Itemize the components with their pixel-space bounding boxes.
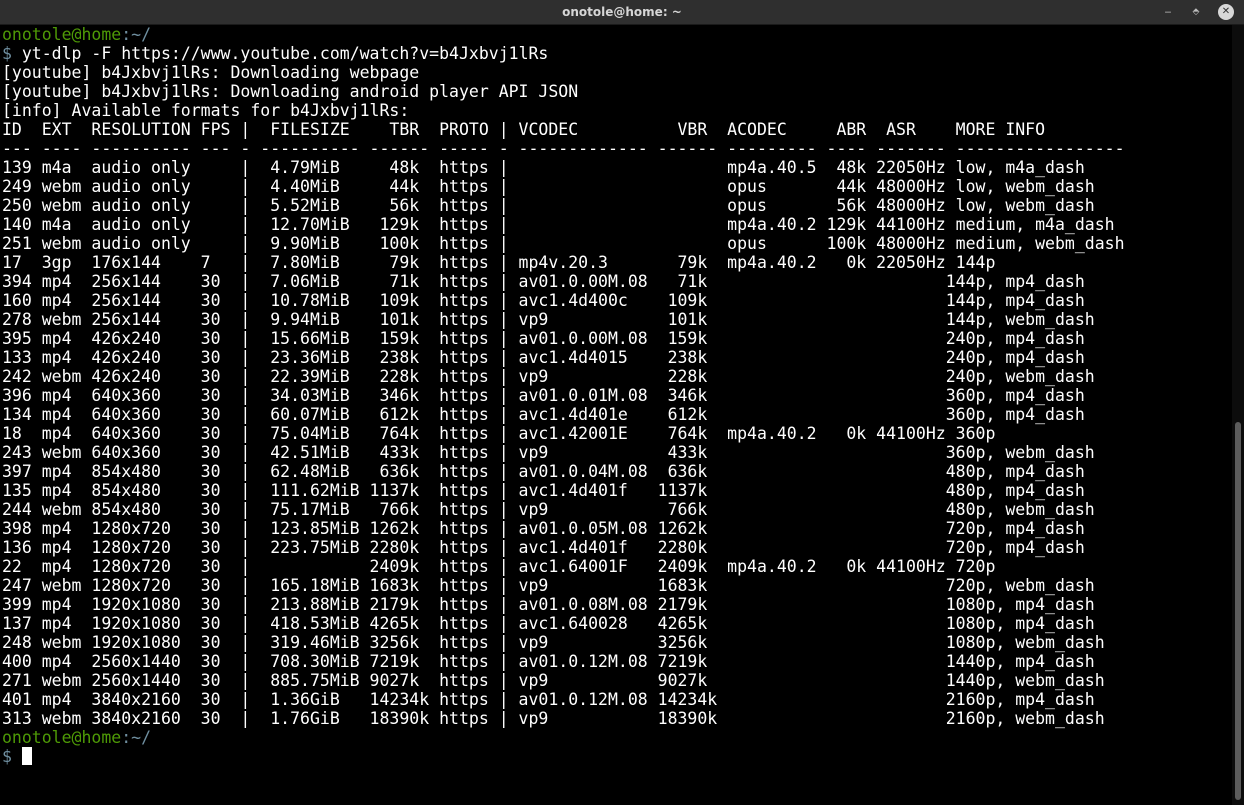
table-row: 278 webm 256x144 30 | 9.94MiB 101k https…	[2, 310, 1095, 329]
table-row: 136 mp4 1280x720 30 | 223.75MiB 2280k ht…	[2, 538, 1085, 557]
table-row: 313 webm 3840x2160 30 | 1.76GiB 18390k h…	[2, 709, 1105, 728]
table-row: 18 mp4 640x360 30 | 75.04MiB 764k https …	[2, 424, 996, 443]
prompt-line: onotole@home:~/	[2, 25, 151, 44]
table-row: 249 webm audio only | 4.40MiB 44k https …	[2, 177, 1095, 196]
table-row: 271 webm 2560x1440 30 | 885.75MiB 9027k …	[2, 671, 1105, 690]
window-title: onotole@home: ~	[562, 5, 682, 19]
table-row: 135 mp4 854x480 30 | 111.62MiB 1137k htt…	[2, 481, 1085, 500]
text-cursor	[21, 747, 32, 765]
log-line: [info] Available formats for b4Jxbvj1lRs…	[2, 101, 410, 120]
scrollbar[interactable]	[1232, 25, 1244, 805]
table-row: 395 mp4 426x240 30 | 15.66MiB 159k https…	[2, 329, 1085, 348]
table-row: 398 mp4 1280x720 30 | 123.85MiB 1262k ht…	[2, 519, 1085, 538]
table-row: 397 mp4 854x480 30 | 62.48MiB 636k https…	[2, 462, 1085, 481]
table-row: 133 mp4 426x240 30 | 23.36MiB 238k https…	[2, 348, 1085, 367]
scrollbar-thumb[interactable]	[1235, 422, 1241, 800]
maximize-icon[interactable]: ⬘	[1190, 4, 1202, 20]
terminal-window: onotole@home: ~ ‒ ⬘ ✕ onotole@home:~/ $ …	[0, 0, 1244, 805]
log-line: [youtube] b4Jxbvj1lRs: Downloading webpa…	[2, 63, 420, 82]
table-row: 396 mp4 640x360 30 | 34.03MiB 346k https…	[2, 386, 1085, 405]
table-row: 250 webm audio only | 5.52MiB 56k https …	[2, 196, 1095, 215]
table-row: 134 mp4 640x360 30 | 60.07MiB 612k https…	[2, 405, 1085, 424]
title-bar[interactable]: onotole@home: ~ ‒ ⬘ ✕	[0, 0, 1244, 25]
prompt-symbol: $	[2, 44, 12, 63]
table-row: 248 webm 1920x1080 30 | 319.46MiB 3256k …	[2, 633, 1105, 652]
terminal-output[interactable]: onotole@home:~/ $ yt-dlp -F https://www.…	[0, 25, 1232, 805]
table-row: 400 mp4 2560x1440 30 | 708.30MiB 7219k h…	[2, 652, 1095, 671]
table-row: 247 webm 1280x720 30 | 165.18MiB 1683k h…	[2, 576, 1095, 595]
table-row: 243 webm 640x360 30 | 42.51MiB 433k http…	[2, 443, 1095, 462]
table-row: 22 mp4 1280x720 30 | 2409k https | avc1.…	[2, 557, 996, 576]
command-line: $ yt-dlp -F https://www.youtube.com/watc…	[2, 44, 548, 63]
table-row: 140 m4a audio only | 12.70MiB 129k https…	[2, 215, 1115, 234]
minimize-icon[interactable]: ‒	[1162, 4, 1174, 20]
command-text: yt-dlp -F https://www.youtube.com/watch?…	[21, 44, 549, 63]
table-header: ID EXT RESOLUTION FPS | FILESIZE TBR PRO…	[2, 120, 1046, 139]
prompt-symbol: $	[2, 747, 12, 766]
prompt-line: onotole@home:~/	[2, 728, 151, 747]
table-row: 251 webm audio only | 9.90MiB 100k https…	[2, 234, 1125, 253]
prompt-user-host: onotole@home	[2, 25, 122, 44]
prompt-path: :~/	[121, 25, 152, 44]
table-row: 17 3gp 176x144 7 | 7.80MiB 79k https | m…	[2, 253, 996, 272]
table-divider: --- ---- ---------- --- - ---------- ---…	[2, 139, 1125, 158]
log-line: [youtube] b4Jxbvj1lRs: Downloading andro…	[2, 82, 579, 101]
table-row: 160 mp4 256x144 30 | 10.78MiB 109k https…	[2, 291, 1085, 310]
table-row: 401 mp4 3840x2160 30 | 1.36GiB 14234k ht…	[2, 690, 1095, 709]
table-row: 244 webm 854x480 30 | 75.17MiB 766k http…	[2, 500, 1095, 519]
input-line[interactable]: $	[2, 747, 32, 766]
table-row: 399 mp4 1920x1080 30 | 213.88MiB 2179k h…	[2, 595, 1095, 614]
table-row: 242 webm 426x240 30 | 22.39MiB 228k http…	[2, 367, 1095, 386]
table-row: 139 m4a audio only | 4.79MiB 48k https |…	[2, 158, 1085, 177]
prompt-path: :~/	[121, 728, 152, 747]
table-row: 394 mp4 256x144 30 | 7.06MiB 71k https |…	[2, 272, 1085, 291]
close-icon[interactable]: ✕	[1218, 4, 1234, 20]
table-row: 137 mp4 1920x1080 30 | 418.53MiB 4265k h…	[2, 614, 1095, 633]
prompt-user-host: onotole@home	[2, 728, 122, 747]
